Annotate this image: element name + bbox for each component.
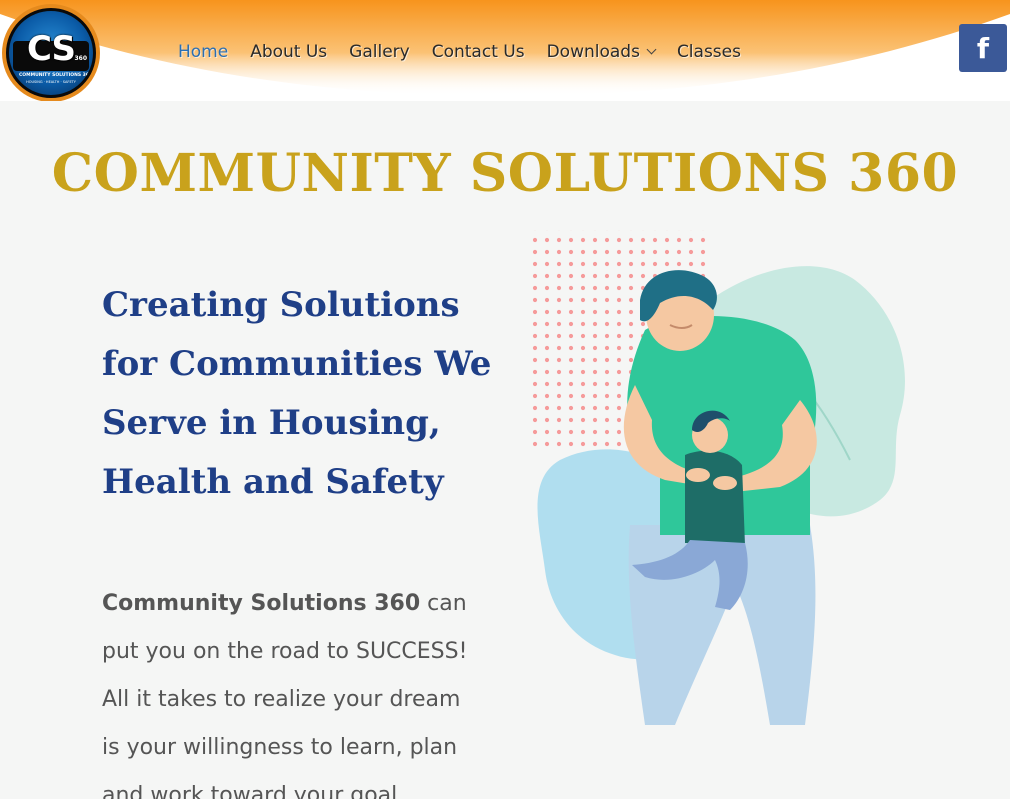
logo-badge: CS 360 COMMUNITY SOLUTIONS 360 HOUSING ·… xyxy=(6,8,96,98)
headline-line: Health and Safety xyxy=(102,462,444,502)
description-bold-company: Community Solutions 360 xyxy=(102,591,421,616)
facebook-button[interactable]: f xyxy=(959,24,1007,72)
site-header: CS 360 COMMUNITY SOLUTIONS 360 HOUSING ·… xyxy=(0,0,1010,101)
headline-line: Creating Solutions xyxy=(102,285,460,325)
chevron-down-icon xyxy=(646,44,657,55)
nav-item-downloads-label: Downloads xyxy=(546,42,640,62)
description-line: All it takes to realize your dream xyxy=(102,687,461,712)
logo-initials: CS xyxy=(26,29,76,69)
page-title: COMMUNITY SOLUTIONS 360 xyxy=(51,143,959,204)
nav-item-home[interactable]: Home xyxy=(178,42,228,62)
nav-item-gallery[interactable]: Gallery xyxy=(349,42,410,62)
facebook-icon: f xyxy=(976,32,990,65)
hero-illustration xyxy=(528,230,905,725)
hero-description: Community Solutions 360 can put you on t… xyxy=(102,580,482,799)
main-nav: Home About Us Gallery Contact Us Downloa… xyxy=(178,42,763,62)
nav-item-classes[interactable]: Classes xyxy=(677,42,741,62)
logo-number: 360 xyxy=(74,55,87,62)
description-line: is your willingness to learn, plan xyxy=(102,735,458,760)
logo-tagline: HOUSING · HEALTH · SAFETY xyxy=(26,80,76,84)
headline-line: for Communities We xyxy=(102,344,492,384)
nav-item-contact-us[interactable]: Contact Us xyxy=(432,42,525,62)
hero-headline: Creating Solutions for Communities We Se… xyxy=(102,276,502,512)
boy-body xyxy=(685,450,745,545)
nav-item-downloads[interactable]: Downloads xyxy=(546,42,657,62)
description-line: and work toward your goal. xyxy=(102,783,405,799)
headline-line: Serve in Housing, xyxy=(102,403,441,443)
logo-company-name: COMMUNITY SOLUTIONS 360 xyxy=(19,73,93,78)
description-line: put you on the road to SUCCESS! xyxy=(102,639,468,664)
nav-item-about-us[interactable]: About Us xyxy=(250,42,327,62)
description-line: Community Solutions 360 can xyxy=(102,580,482,628)
description-first-rest: can xyxy=(420,591,467,616)
site-logo[interactable]: CS 360 COMMUNITY SOLUTIONS 360 HOUSING ·… xyxy=(2,4,100,101)
